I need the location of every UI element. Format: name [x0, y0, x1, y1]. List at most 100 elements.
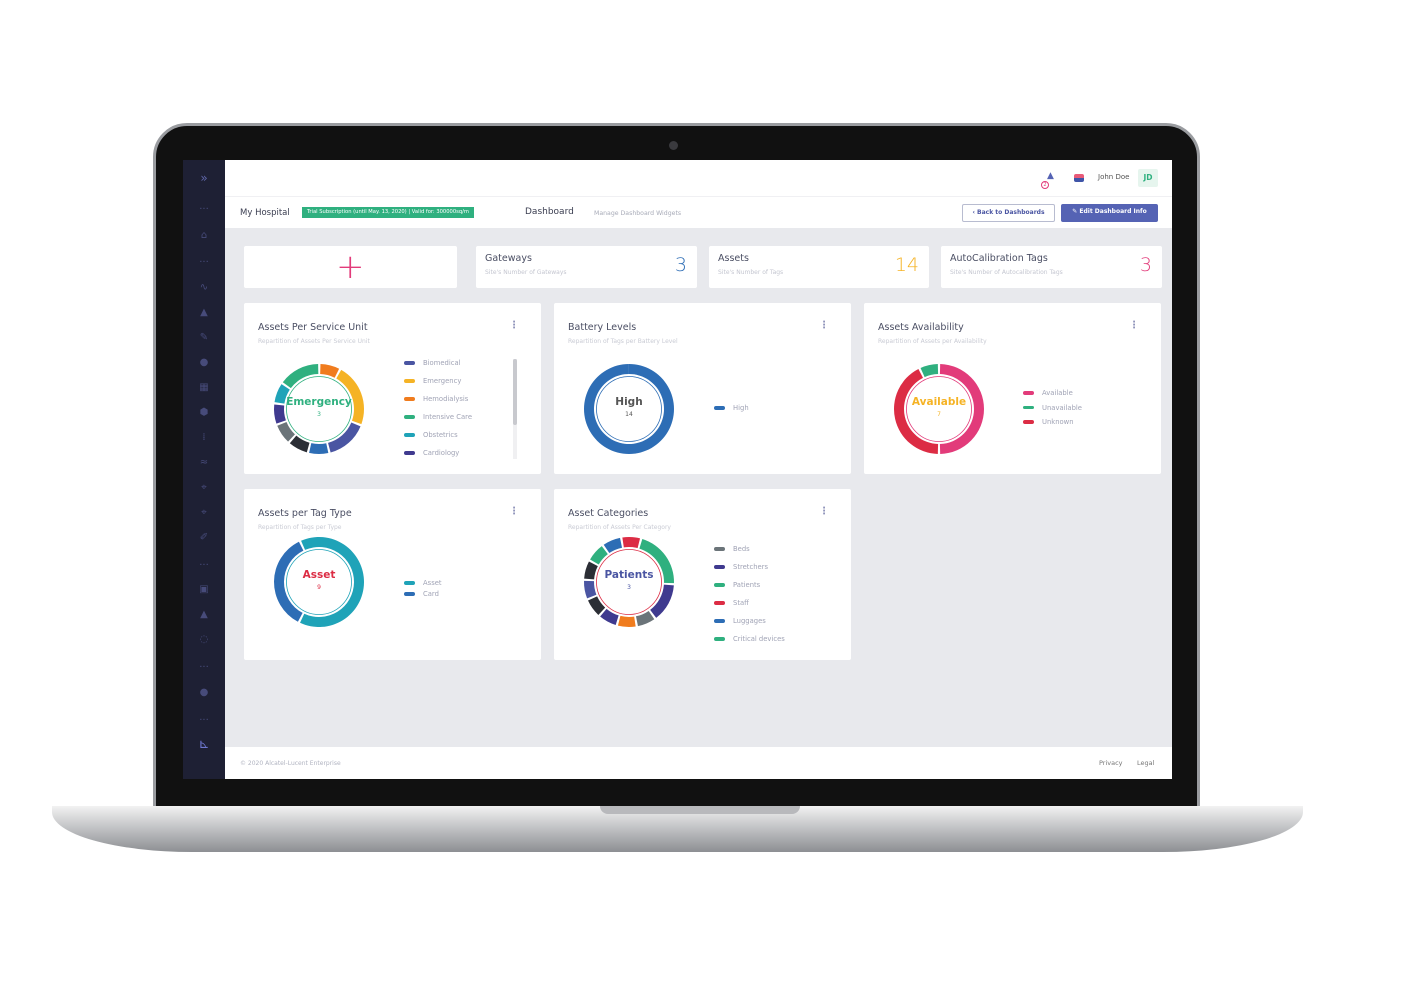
back-label: Back to Dashboards [977, 209, 1045, 216]
legend-item[interactable]: Unavailable [1023, 404, 1082, 412]
bell-icon[interactable]: ▲ [183, 609, 225, 621]
shape-icon[interactable]: ⬢ [183, 407, 225, 419]
legend-item[interactable]: Asset [404, 579, 442, 587]
bell-icon[interactable]: ▲ [1047, 171, 1054, 181]
widget-subtitle: Repartition of Assets Per Category [568, 524, 671, 531]
legend-label: Stretchers [733, 563, 769, 571]
center-value: 14 [625, 411, 633, 418]
widget-asset-categories: Asset Categories Repartition of Assets P… [554, 489, 851, 660]
center-label: High [615, 396, 643, 408]
kpi-value: 3 [1139, 254, 1152, 276]
chart-icon[interactable]: ⊾ [183, 738, 225, 751]
kpi-subtitle: Site's Number of Gateways [485, 269, 567, 276]
legal-link[interactable]: Legal [1137, 759, 1154, 767]
more-options-icon[interactable]: ⋮ [509, 320, 519, 331]
legend-swatch [714, 547, 725, 551]
legend-item[interactable]: Biomedical [404, 359, 461, 367]
add-widget-button[interactable]: + [244, 246, 457, 288]
site-name[interactable]: My Hospital [240, 208, 290, 218]
donut-center: Emergency 3 [269, 359, 369, 459]
legend-label: Luggages [733, 617, 766, 625]
legend-swatch [404, 451, 415, 455]
copyright: © 2020 Alcatel-Lucent Enterprise [240, 760, 341, 767]
center-value: 9 [317, 584, 321, 591]
user-icon[interactable]: ▲ [183, 307, 225, 319]
more-options-icon[interactable]: ⋮ [1129, 320, 1139, 331]
kpi-value: 3 [674, 254, 687, 276]
calendar-icon[interactable]: ▣ [183, 584, 225, 596]
legend-item[interactable]: Emergency [404, 377, 461, 385]
tag-icon[interactable]: ✐ [183, 532, 225, 544]
more-options-icon[interactable]: ⋮ [819, 320, 829, 331]
widget-title: Battery Levels [568, 322, 637, 333]
widget-subtitle: Repartition of Assets Per Service Unit [258, 338, 370, 345]
legend-item[interactable]: Obstetrics [404, 431, 458, 439]
center-label: Patients [604, 569, 654, 581]
legend-swatch [714, 583, 725, 587]
legend-item[interactable]: High [714, 404, 749, 412]
building-icon[interactable]: ▦ [183, 382, 225, 394]
home-icon[interactable]: ⌂ [183, 230, 225, 242]
sidebar: » ··· ⌂ ··· ∿ ▲ ✎ ● ▦ ⬢ ⁞ ≈ ⌖ ⌖ ✐ ··· ▣ … [183, 160, 225, 779]
legend-label: High [733, 404, 749, 412]
legend-label: Unavailable [1042, 403, 1082, 412]
legend-item[interactable]: Available [1023, 389, 1073, 397]
center-value: 3 [627, 584, 631, 591]
legend-swatch [404, 379, 415, 383]
more-options-icon[interactable]: ⋮ [819, 506, 829, 517]
expand-sidebar-icon[interactable]: » [183, 172, 225, 184]
center-label: Asset [302, 569, 336, 581]
legend-item[interactable]: Luggages [714, 617, 766, 625]
top-bar: ▲ 2 John Doe JD [225, 160, 1172, 196]
legend-item[interactable]: Patients [714, 581, 760, 589]
legend-label: Hemodialysis [423, 395, 469, 403]
legend-item[interactable]: Staff [714, 599, 749, 607]
heartbeat-icon[interactable]: ∿ [183, 282, 225, 294]
webcam [669, 141, 678, 150]
legend-item[interactable]: Stretchers [714, 563, 768, 571]
pin-icon[interactable]: ⌖ [183, 482, 225, 494]
legend-swatch [1023, 420, 1034, 424]
widget-assets-availability: Assets Availability Repartition of Asset… [864, 303, 1161, 474]
kpi-card-autocalibration-tags[interactable]: AutoCalibration Tags Site's Number of Au… [941, 246, 1162, 288]
legend-label: Intensive Care [423, 413, 472, 421]
clock-icon[interactable]: ◌ [183, 634, 225, 646]
separator-dots-icon: ··· [199, 662, 209, 673]
move-icon[interactable]: ⁞ [183, 432, 225, 444]
legend-swatch [404, 361, 415, 365]
privacy-link[interactable]: Privacy [1099, 759, 1123, 767]
legend-item[interactable]: Intensive Care [404, 413, 472, 421]
legend-swatch [1023, 405, 1034, 410]
user-name[interactable]: John Doe [1098, 173, 1129, 181]
wifi-icon[interactable]: ≈ [183, 457, 225, 469]
edit-label: Edit Dashboard Info [1079, 208, 1147, 215]
legend-scrollbar[interactable] [513, 359, 517, 459]
donut-center: Asset 9 [269, 532, 369, 632]
widget-subtitle: Repartition of Assets per Availability [878, 338, 987, 345]
widget-title: Asset Categories [568, 508, 649, 519]
more-options-icon[interactable]: ⋮ [509, 506, 519, 517]
disc-icon[interactable]: ● [183, 357, 225, 369]
kpi-card-assets[interactable]: Assets Site's Number of Tags 14 [709, 246, 929, 288]
avatar[interactable]: JD [1138, 169, 1158, 187]
legend-item[interactable]: Critical devices [714, 635, 785, 643]
kpi-card-gateways[interactable]: Gateways Site's Number of Gateways 3 [476, 246, 697, 288]
donut-center: Available 7 [889, 359, 989, 459]
legend-item[interactable]: Beds [714, 545, 750, 553]
kpi-value: 14 [894, 254, 919, 276]
edit-dashboard-info-button[interactable]: ✎ Edit Dashboard Info [1061, 204, 1158, 222]
bandage-icon[interactable]: ✎ [183, 332, 225, 344]
location-icon[interactable]: ● [183, 687, 225, 699]
legend-label: Patients [733, 581, 761, 589]
widget-title: Assets Availability [878, 322, 964, 333]
kpi-subtitle: Site's Number of Autocalibration Tags [950, 269, 1063, 276]
widget-assets-per-service-unit: Assets Per Service Unit Repartition of A… [244, 303, 541, 474]
legend-item[interactable]: Hemodialysis [404, 395, 468, 403]
legend-item[interactable]: Unknown [1023, 418, 1074, 426]
pin-alt-icon[interactable]: ⌖ [183, 507, 225, 519]
legend-item[interactable]: Cardiology [404, 449, 459, 457]
legend-item[interactable]: Card [404, 590, 439, 598]
back-to-dashboards-button[interactable]: ‹ Back to Dashboards [962, 204, 1055, 222]
us-flag-icon[interactable] [1074, 174, 1084, 182]
plus-icon: + [336, 247, 365, 287]
